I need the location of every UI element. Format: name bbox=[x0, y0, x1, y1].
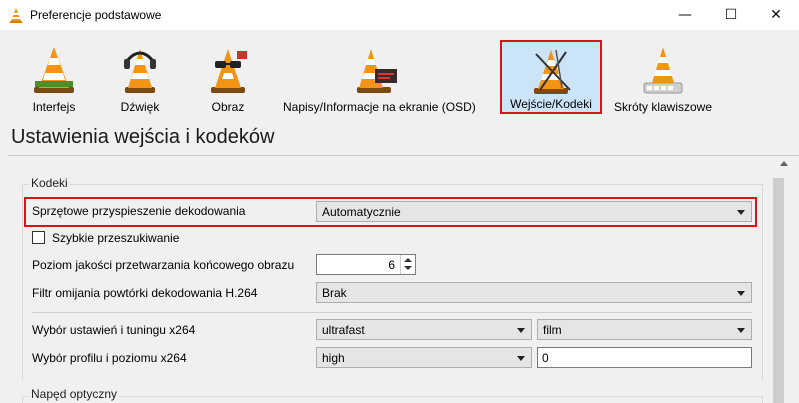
x264-profile-value: high bbox=[322, 351, 345, 365]
x264-preset-value: ultrafast bbox=[322, 323, 365, 337]
x264-profile-label: Wybór profilu i poziomu x264 bbox=[32, 351, 187, 365]
vertical-scrollbar[interactable] bbox=[770, 156, 799, 403]
category-interface-label: Interfejs bbox=[32, 100, 76, 114]
postproc-label: Poziom jakości przetwarzania końcowego o… bbox=[32, 258, 295, 272]
title-bar: Preferencje podstawowe — ☐ ✕ bbox=[0, 0, 799, 30]
fast-seek-label: Szybkie przeszukiwanie bbox=[52, 231, 180, 245]
optical-group-title: Napęd optyczny bbox=[29, 387, 120, 401]
window-title: Preferencje podstawowe bbox=[30, 8, 162, 22]
x264-preset-label: Wybór ustawień i tuningu x264 bbox=[32, 323, 196, 337]
spin-buttons[interactable] bbox=[400, 255, 415, 274]
video-glasses-cone-icon bbox=[211, 49, 247, 93]
category-hotkeys-label: Skróty klawiszowe bbox=[613, 100, 713, 114]
h264-loop-filter-label: Filtr omijania powtórki dekodowania H.26… bbox=[32, 286, 258, 300]
category-subtitles-osd[interactable]: Napisy/Informacje na ekranie (OSD) bbox=[283, 41, 476, 115]
maximize-button[interactable]: ☐ bbox=[708, 0, 754, 30]
x264-profile-select[interactable]: high bbox=[316, 347, 532, 368]
row-separator bbox=[32, 312, 752, 313]
x264-level-input[interactable]: 0 bbox=[537, 347, 752, 368]
category-audio[interactable]: Dźwięk bbox=[110, 41, 170, 115]
hw-decoding-select[interactable]: Automatycznie bbox=[316, 201, 752, 222]
h264-loop-filter-value: Brak bbox=[322, 286, 347, 300]
postproc-value: 6 bbox=[388, 258, 395, 272]
spin-down-icon[interactable] bbox=[404, 266, 412, 270]
chevron-down-icon bbox=[737, 210, 745, 215]
minimize-button[interactable]: — bbox=[662, 0, 708, 30]
scroll-thumb[interactable] bbox=[773, 178, 784, 403]
optical-groupbox bbox=[22, 396, 763, 403]
hotkeys-cone-icon bbox=[643, 47, 683, 94]
category-audio-label: Dźwięk bbox=[120, 100, 160, 114]
category-interface[interactable]: Interfejs bbox=[18, 41, 90, 115]
vlc-cone-icon bbox=[10, 8, 22, 23]
chevron-down-icon bbox=[737, 291, 745, 296]
hw-decoding-label: Sprzętowe przyspieszenie dekodowania bbox=[32, 204, 246, 218]
fast-seek-checkbox[interactable] bbox=[32, 231, 45, 244]
x264-level-value: 0 bbox=[542, 351, 549, 365]
x264-tune-select[interactable]: film bbox=[537, 319, 752, 340]
interface-cone-icon bbox=[34, 47, 74, 93]
chevron-down-icon bbox=[737, 328, 745, 333]
category-subtitles-osd-label: Napisy/Informacje na ekranie (OSD) bbox=[283, 100, 476, 114]
codecs-group-title: Kodeki bbox=[29, 176, 70, 190]
category-video[interactable]: Obraz bbox=[198, 41, 258, 115]
audio-headphones-cone-icon bbox=[124, 49, 156, 93]
x264-preset-select[interactable]: ultrafast bbox=[316, 319, 532, 340]
subtitles-cone-icon bbox=[357, 49, 397, 93]
title-separator bbox=[8, 155, 799, 156]
chevron-down-icon bbox=[517, 356, 525, 361]
h264-loop-filter-select[interactable]: Brak bbox=[316, 282, 752, 303]
category-input-codecs[interactable]: Wejście/Kodeki bbox=[500, 40, 602, 114]
spin-up-icon[interactable] bbox=[404, 258, 412, 262]
postproc-spinbox[interactable]: 6 bbox=[316, 254, 416, 275]
input-codecs-cone-icon bbox=[534, 49, 571, 94]
hw-decoding-value: Automatycznie bbox=[322, 205, 401, 219]
chevron-down-icon bbox=[517, 328, 525, 333]
category-toolbar: Interfejs Dźwięk Obraz Napisy/Informacje… bbox=[0, 30, 799, 120]
category-input-codecs-label: Wejście/Kodeki bbox=[510, 97, 592, 111]
category-hotkeys[interactable]: Skróty klawiszowe bbox=[605, 41, 721, 115]
category-video-label: Obraz bbox=[211, 100, 245, 114]
x264-tune-value: film bbox=[543, 323, 562, 337]
page-title: Ustawienia wejścia i kodeków bbox=[11, 126, 275, 148]
scroll-up-icon[interactable] bbox=[780, 161, 788, 166]
close-button[interactable]: ✕ bbox=[753, 0, 799, 30]
